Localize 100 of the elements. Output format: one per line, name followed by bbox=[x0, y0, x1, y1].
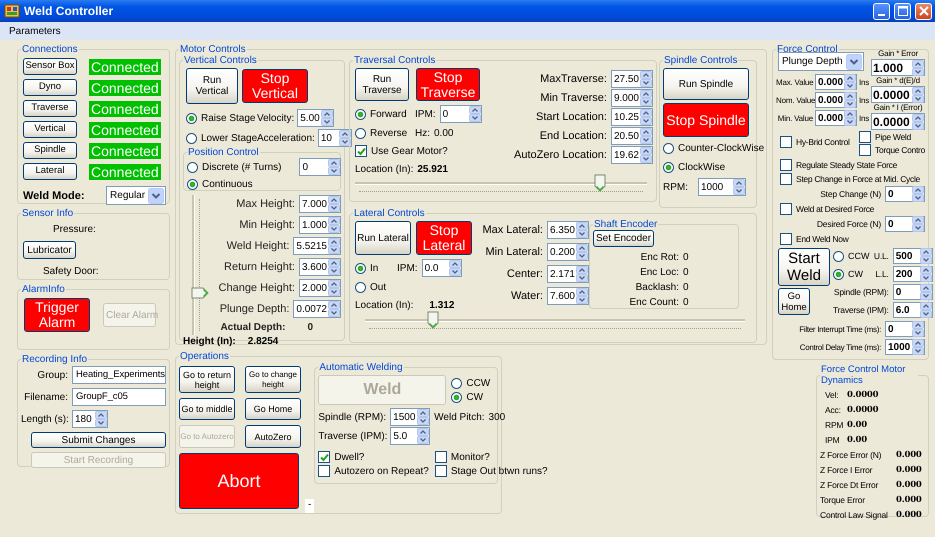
button[interactable]: Vertical bbox=[23, 121, 77, 138]
slider[interactable] bbox=[355, 173, 647, 192]
maximize-button[interactable] bbox=[894, 2, 911, 20]
spin-box[interactable]: 0.0 bbox=[422, 259, 462, 277]
spin-box[interactable]: 0.000 bbox=[815, 92, 858, 108]
stop-button[interactable]: Stop Lateral bbox=[416, 221, 472, 255]
button[interactable]: Run Traverse bbox=[355, 68, 409, 101]
spin-box[interactable]: 2.171 bbox=[546, 265, 589, 283]
button[interactable]: Run Lateral bbox=[355, 221, 411, 255]
spin-box[interactable]: 1.000 bbox=[871, 59, 925, 76]
spin-box[interactable]: 0.0000 bbox=[871, 86, 925, 103]
checkbox[interactable]: Dwell? bbox=[318, 451, 429, 463]
button[interactable]: Go to middle bbox=[179, 398, 235, 420]
spin-box[interactable]: 500 bbox=[892, 248, 933, 264]
spin-box[interactable]: 19.62 bbox=[610, 146, 653, 164]
checkbox[interactable]: Torque Contro bbox=[859, 144, 925, 156]
stop-button[interactable]: Abort bbox=[179, 453, 299, 509]
spin-box[interactable]: 6.350 bbox=[546, 221, 589, 239]
radio-button[interactable]: CW bbox=[451, 392, 490, 402]
button[interactable]: Sensor Box bbox=[23, 58, 77, 75]
button[interactable]: Traverse bbox=[23, 100, 77, 117]
spin-box[interactable]: 0.000 bbox=[815, 110, 858, 126]
text-field[interactable]: GroupF_c05 bbox=[72, 388, 166, 406]
stop-button[interactable]: Stop Vertical bbox=[242, 69, 308, 103]
button[interactable]: Lateral bbox=[23, 163, 77, 180]
spin-box[interactable]: 20.50 bbox=[610, 127, 653, 145]
spin-box[interactable]: 10.25 bbox=[610, 108, 653, 126]
slider-thumb[interactable] bbox=[427, 311, 440, 329]
checkbox[interactable]: Monitor? bbox=[434, 451, 548, 463]
dropdown[interactable]: Regular bbox=[106, 186, 166, 205]
button[interactable]: Run Vertical bbox=[186, 68, 238, 104]
spin-box[interactable]: 0.200 bbox=[546, 243, 589, 261]
spin-box[interactable]: 0 bbox=[885, 216, 925, 232]
spin-box[interactable]: 0 bbox=[892, 284, 933, 300]
spin-box[interactable]: 6.0 bbox=[892, 302, 933, 318]
slider[interactable] bbox=[365, 310, 745, 329]
spin-box[interactable]: 3.600 bbox=[298, 258, 341, 276]
slider-thumb[interactable] bbox=[191, 287, 209, 299]
spin-box[interactable]: 0 bbox=[299, 158, 342, 176]
radio-button[interactable]: ClockWise bbox=[663, 162, 726, 172]
checkbox[interactable]: Stage Out btwn runs? bbox=[434, 465, 548, 477]
spin-box[interactable]: 0 bbox=[885, 186, 925, 202]
spin-box[interactable]: 0 bbox=[885, 321, 925, 337]
checkbox[interactable]: Use Gear Motor? bbox=[355, 145, 448, 157]
radio-button[interactable]: CW bbox=[833, 268, 863, 280]
spin-box[interactable]: 9.000 bbox=[610, 89, 653, 107]
spin-box[interactable]: 7.000 bbox=[298, 195, 341, 213]
button[interactable]: Submit Changes bbox=[31, 432, 166, 448]
spin-box[interactable]: 10 bbox=[318, 129, 352, 147]
radio-button[interactable]: CCW bbox=[451, 378, 490, 388]
radio-button[interactable]: Out bbox=[355, 282, 393, 292]
button[interactable]: AutoZero bbox=[245, 425, 301, 448]
button[interactable]: Set Encoder bbox=[593, 230, 654, 247]
radio-button[interactable]: Discrete (# Turns) bbox=[187, 162, 282, 172]
button[interactable]: Go Home bbox=[778, 288, 810, 315]
spin-box[interactable]: 180 bbox=[72, 410, 108, 428]
stop-button[interactable]: Stop Traverse bbox=[416, 68, 480, 101]
text-field[interactable]: Heating_Experiments bbox=[72, 366, 166, 384]
spin-box[interactable]: 5.00 bbox=[297, 109, 334, 127]
checkbox[interactable]: Autozero on Repeat? bbox=[318, 465, 429, 477]
minimize-button[interactable] bbox=[873, 2, 890, 20]
spin-box[interactable]: 7.600 bbox=[546, 287, 589, 305]
spin-box[interactable]: 2.000 bbox=[298, 279, 341, 297]
button[interactable]: Spindle bbox=[23, 142, 77, 159]
checkbox[interactable]: Pipe Weld bbox=[859, 131, 925, 143]
radio-button[interactable]: Raise Stage bbox=[186, 112, 254, 124]
checkbox[interactable]: Hy-Brid Control bbox=[780, 136, 850, 148]
radio-button[interactable]: In bbox=[355, 262, 393, 274]
spin-box[interactable]: 1000 bbox=[698, 178, 746, 196]
checkbox[interactable]: Regulate Steady State Force bbox=[780, 159, 898, 171]
spin-box[interactable]: 5.0 bbox=[390, 427, 430, 445]
spin-box[interactable]: 200 bbox=[892, 266, 933, 282]
button[interactable]: Dyno bbox=[23, 79, 77, 96]
button[interactable]: Start Weld bbox=[778, 248, 830, 286]
spin-box[interactable]: 5.5215 bbox=[293, 237, 341, 255]
stop-button[interactable]: Stop Spindle bbox=[663, 103, 749, 137]
radio-button[interactable]: Forward bbox=[355, 108, 411, 120]
spin-box[interactable]: 1500 bbox=[390, 408, 430, 426]
spin-box[interactable]: 0 bbox=[440, 105, 482, 123]
spin-box[interactable]: 1000 bbox=[885, 339, 925, 355]
checkbox[interactable]: Weld at Desired Force bbox=[780, 203, 874, 215]
spin-box[interactable]: 0.0000 bbox=[871, 113, 925, 130]
radio-button[interactable]: Counter-ClockWise bbox=[663, 142, 764, 154]
stop-button[interactable]: Trigger Alarm bbox=[24, 298, 90, 332]
radio-button[interactable]: Reverse bbox=[355, 128, 411, 138]
radio-button[interactable]: CCW bbox=[833, 250, 870, 262]
checkbox[interactable]: Step Change in Force at Mid. Cycle bbox=[780, 173, 920, 185]
button[interactable]: Run Spindle bbox=[663, 68, 749, 100]
spin-box[interactable]: 0.000 bbox=[815, 74, 858, 90]
button[interactable]: Go to return height bbox=[179, 366, 235, 393]
button[interactable]: Lubricator bbox=[23, 241, 76, 259]
spin-box[interactable]: 0.0072 bbox=[293, 300, 341, 318]
spin-box[interactable]: 27.50 bbox=[610, 70, 653, 88]
close-button[interactable] bbox=[915, 2, 932, 20]
button[interactable]: Go to change height bbox=[245, 366, 301, 393]
button[interactable]: Go Home bbox=[245, 398, 301, 420]
slider-thumb[interactable] bbox=[594, 174, 606, 192]
spin-box[interactable]: 1.000 bbox=[298, 216, 341, 234]
checkbox[interactable]: End Weld Now bbox=[780, 233, 848, 245]
dropdown[interactable]: Plunge Depth bbox=[778, 52, 864, 71]
